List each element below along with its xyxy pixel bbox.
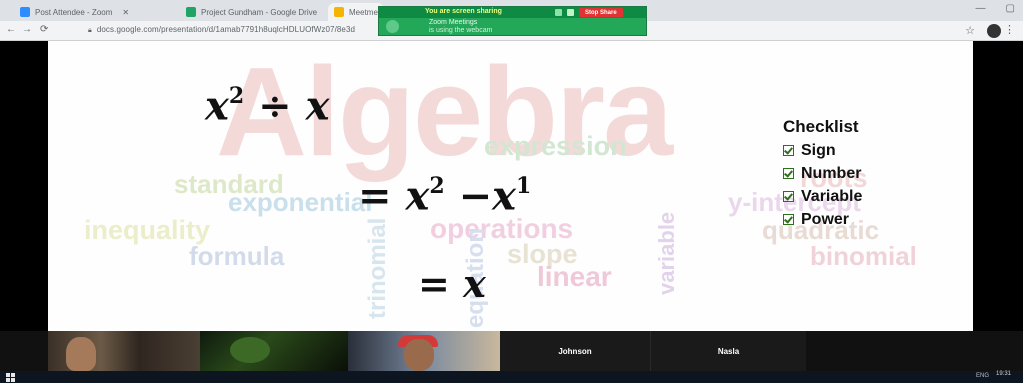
share-status-strip: You are screen sharing Stop Share [379,7,646,18]
presentation-slide: Algebra standard exponential inequality … [48,41,973,331]
zoom-icon [20,7,30,17]
checklist-title: Checklist [783,117,859,136]
tab-meetme[interactable]: Meetme [328,3,384,21]
math-exponent: 1 [515,173,532,199]
participant-video [230,337,270,363]
url-text: docs.google.com/presentation/d/1amab7791… [96,25,356,34]
math-operator: − [458,172,493,220]
reload-icon[interactable]: ⟳ [40,24,48,35]
participant-name: Nasla [717,346,740,356]
more-options-icon[interactable] [567,9,574,16]
camera-icon [386,20,399,33]
stop-share-button[interactable]: Stop Share [579,8,623,17]
share-status-text: You are screen sharing [425,8,502,15]
math-operator: = [418,261,450,306]
bookmark-star-icon[interactable]: ☆ [965,24,975,37]
close-tab-icon[interactable]: ✕ [122,8,129,17]
bg-word-variable: variable [654,211,679,295]
participant-name-tile[interactable]: Nasla [650,331,806,371]
profile-avatar[interactable] [987,24,1001,38]
bg-word-binomial: binomial [810,241,917,271]
math-var: x [405,172,430,220]
checkbox-icon [783,145,794,156]
participant-video [66,337,96,371]
participant-video-tile[interactable] [200,331,348,371]
browser-menu-icon[interactable]: ⋮ [1004,23,1015,36]
tab-zoom[interactable]: Post Attendee - Zoom ✕ [14,3,135,21]
checklist-item-label: Number [801,164,862,182]
lock-icon: 🔒︎ [88,27,92,34]
math-line-2: = x2 −x1 [358,175,531,217]
letterbox-left [0,41,48,331]
checkbox-icon [783,191,794,202]
system-tray-language[interactable]: ENG [976,373,989,379]
bg-word-trinomial: trinomial [364,217,391,319]
math-operator: = [358,172,392,220]
bg-word-linear: linear [537,261,612,292]
forward-icon[interactable]: → [22,24,32,35]
participant-name: Johnson [558,346,592,356]
maximize-icon[interactable]: ▢ [1006,3,1015,14]
checklist-item-label: Sign [801,141,836,159]
window-controls: — ▢ [976,3,1015,14]
windows-start-icon[interactable] [6,373,15,382]
bg-word-formula: formula [189,241,285,271]
checklist: Checklist Sign Number Variable Power [783,117,862,231]
math-var: x [205,82,229,130]
bg-word-expression: expression [484,131,627,161]
tab-title: Project Gundham - Google Drive [201,7,318,17]
tab-google-drive[interactable]: Project Gundham - Google Drive ✕ [180,3,340,21]
participant-name-tile[interactable]: Johnson [500,331,650,371]
participant-strip: Johnson Nasla [0,331,1023,371]
math-operator: ÷ [258,82,292,130]
math-exponent: 2 [429,173,445,199]
math-line-3: = x [418,265,486,303]
url-field[interactable]: 🔒︎ docs.google.com/presentation/d/1amab77… [88,25,355,35]
os-taskbar: ENG 19:31 [0,371,1023,383]
notification-title: Zoom Meetings [429,19,478,26]
math-var: x [463,261,486,306]
math-var: x [492,172,516,220]
checklist-item: Number [783,162,862,185]
pause-share-icon[interactable] [555,9,562,16]
minimize-icon[interactable]: — [976,3,986,14]
math-var: x [305,82,330,130]
checklist-item-label: Variable [801,187,863,205]
checkbox-icon [783,168,794,179]
back-icon[interactable]: ← [6,24,16,35]
checklist-item: Sign [783,139,862,162]
participant-video-tile[interactable] [48,331,200,371]
screen-share-banner: You are screen sharing Stop Share Zoom M… [378,6,647,36]
bg-word-exponential: exponential [228,187,373,217]
tab-title: Meetme [349,7,378,17]
letterbox-right [973,41,1023,331]
google-drive-icon [186,7,196,17]
checklist-item-label: Power [801,210,850,228]
participant-video [404,339,434,371]
checklist-item: Power [783,208,862,231]
notification-body: is using the webcam [429,27,493,34]
math-exponent: 2 [228,83,245,109]
tab-title: Post Attendee - Zoom [35,7,113,17]
slides-icon [334,7,344,17]
math-line-1: x2 ÷ x [205,85,329,127]
bg-word-inequality: inequality [84,215,211,245]
taskbar-clock[interactable]: 19:31 [996,371,1011,377]
participant-video-tile[interactable] [348,331,500,371]
checkbox-icon [783,214,794,225]
checklist-item: Variable [783,185,862,208]
